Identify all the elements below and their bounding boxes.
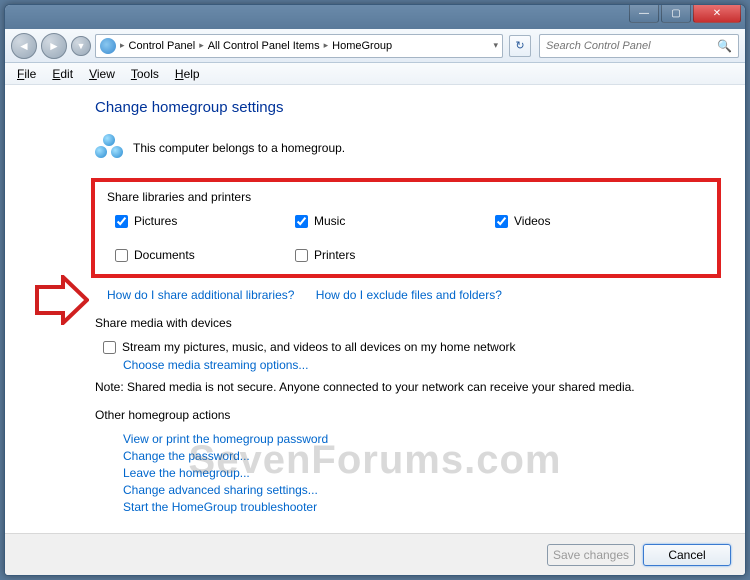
link-change-password[interactable]: Change the password...	[123, 449, 715, 463]
maximize-button[interactable]: ▢	[661, 5, 691, 23]
minimize-button[interactable]: —	[629, 5, 659, 23]
other-actions-section: Other homegroup actions View or print th…	[95, 408, 715, 514]
menu-tools[interactable]: Tools	[123, 65, 167, 83]
callout-arrow-icon	[35, 275, 89, 325]
search-input[interactable]	[546, 40, 717, 52]
menu-help[interactable]: Help	[167, 65, 208, 83]
search-box[interactable]: 🔍	[539, 34, 739, 58]
chevron-right-icon: ▸	[199, 40, 204, 51]
share-libraries-section: Share libraries and printers Pictures Mu…	[91, 178, 721, 278]
breadcrumb-dropdown[interactable]: ▾	[493, 40, 498, 51]
menu-file[interactable]: File	[9, 65, 44, 83]
share-media-section: Share media with devices Stream my pictu…	[95, 316, 715, 394]
link-leave-homegroup[interactable]: Leave the homegroup...	[123, 466, 715, 480]
breadcrumb-all-items[interactable]: All Control Panel Items	[208, 40, 320, 52]
back-button[interactable]: ◄	[11, 33, 37, 59]
link-share-additional[interactable]: How do I share additional libraries?	[107, 288, 294, 302]
forward-button[interactable]: ►	[41, 33, 67, 59]
checkbox-pictures[interactable]: Pictures	[115, 214, 295, 228]
menu-bar: File Edit View Tools Help	[5, 63, 745, 85]
nav-toolbar: ◄ ► ▼ ▸ Control Panel ▸ All Control Pane…	[5, 29, 745, 63]
section-heading: Share libraries and printers	[107, 190, 705, 204]
close-button[interactable]: ✕	[693, 5, 741, 23]
menu-view[interactable]: View	[81, 65, 123, 83]
address-bar[interactable]: ▸ Control Panel ▸ All Control Panel Item…	[95, 34, 503, 58]
refresh-button[interactable]: ↻	[509, 35, 531, 57]
checkbox-videos[interactable]: Videos	[495, 214, 705, 228]
chevron-right-icon: ▸	[324, 40, 329, 51]
footer: Save changes Cancel	[5, 533, 745, 575]
status-text: This computer belongs to a homegroup.	[133, 141, 345, 155]
cancel-button[interactable]: Cancel	[643, 544, 731, 566]
link-advanced-sharing[interactable]: Change advanced sharing settings...	[123, 483, 715, 497]
titlebar: — ▢ ✕	[5, 5, 745, 29]
checkbox-printers[interactable]: Printers	[295, 248, 495, 262]
section-heading: Share media with devices	[95, 316, 715, 330]
link-exclude-files[interactable]: How do I exclude files and folders?	[316, 288, 502, 302]
checkbox-documents[interactable]: Documents	[115, 248, 295, 262]
search-icon: 🔍	[717, 39, 732, 53]
menu-edit[interactable]: Edit	[44, 65, 81, 83]
link-choose-media-options[interactable]: Choose media streaming options...	[123, 358, 715, 372]
homegroup-icon	[100, 38, 116, 54]
save-button: Save changes	[547, 544, 635, 566]
section-heading: Other homegroup actions	[95, 408, 715, 422]
checkbox-music[interactable]: Music	[295, 214, 495, 228]
breadcrumb-homegroup[interactable]: HomeGroup	[332, 40, 392, 52]
link-troubleshooter[interactable]: Start the HomeGroup troubleshooter	[123, 500, 715, 514]
window: — ▢ ✕ ◄ ► ▼ ▸ Control Panel ▸ All Contro…	[4, 4, 746, 576]
homegroup-logo-icon	[95, 134, 123, 162]
help-links: How do I share additional libraries? How…	[107, 288, 725, 302]
homegroup-status: This computer belongs to a homegroup.	[95, 134, 725, 162]
content-area: Change homegroup settings This computer …	[5, 85, 745, 533]
breadcrumb-control-panel[interactable]: Control Panel	[129, 40, 196, 52]
chevron-right-icon: ▸	[120, 40, 125, 51]
history-dropdown[interactable]: ▼	[71, 36, 91, 56]
link-view-password[interactable]: View or print the homegroup password	[123, 432, 715, 446]
security-note: Note: Shared media is not secure. Anyone…	[95, 380, 715, 394]
checkbox-stream[interactable]: Stream my pictures, music, and videos to…	[95, 340, 715, 354]
page-title: Change homegroup settings	[95, 99, 725, 116]
